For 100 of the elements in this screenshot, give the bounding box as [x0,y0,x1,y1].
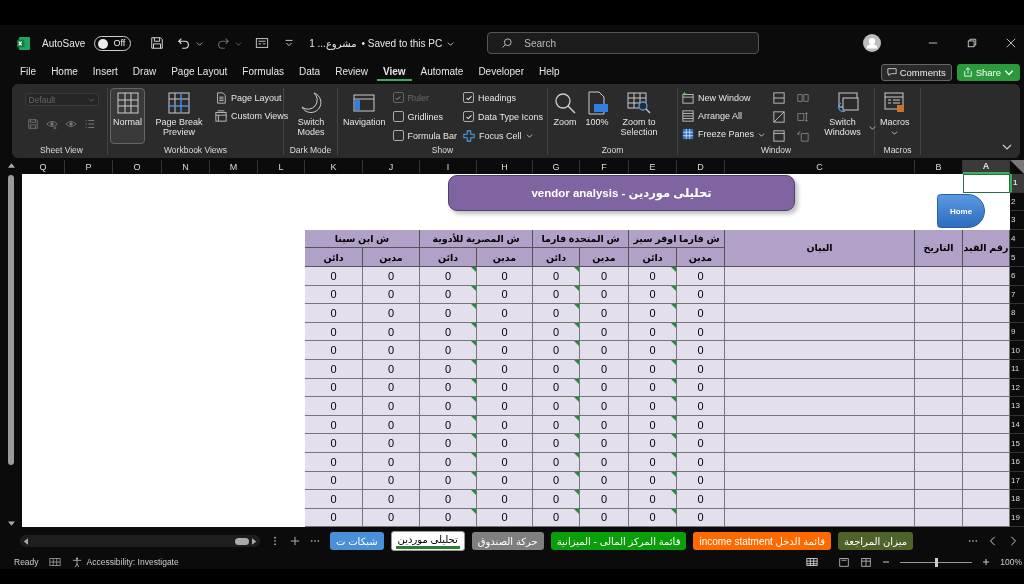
scroll-left-icon[interactable] [23,537,28,545]
synchronous-scrolling-icon[interactable] [797,111,810,123]
menu-tab[interactable]: Review [329,63,374,81]
zoom-to-selection-button[interactable]: Zoom to Selection [614,88,664,141]
checkbox[interactable] [392,111,404,122]
zoom-slider-thumb[interactable] [935,557,939,567]
horizontal-scrollbar[interactable] [20,535,260,547]
checkbox-option[interactable]: Gridlines [392,107,458,126]
column-header[interactable]: D [677,160,725,174]
view-button[interactable]: Normal [110,88,145,144]
column-header[interactable]: I [420,160,477,174]
list-icon[interactable] [84,118,96,130]
navigation-button[interactable]: Navigation [340,88,389,131]
save-icon[interactable] [150,36,165,50]
column-header[interactable]: Q [22,160,65,174]
column-header[interactable]: A [963,160,1010,174]
share-button[interactable]: Share [956,63,1020,81]
menu-tab[interactable]: File [14,63,43,81]
horizontal-scrollbar-thumb[interactable] [235,537,249,545]
row-header[interactable]: 10 [1010,341,1024,360]
column-header[interactable]: H [477,160,533,174]
selected-cell[interactable] [963,174,1010,193]
caret-icon[interactable] [196,39,204,47]
scroll-right-icon[interactable] [252,537,257,545]
unhide-window-icon[interactable] [773,130,786,142]
column-header[interactable]: F [580,160,629,174]
reset-position-icon[interactable] [797,130,810,142]
checkbox-option[interactable]: Headings [463,88,543,107]
chevron-right-icon[interactable] [1008,536,1018,546]
row-header[interactable]: 8 [1010,304,1024,323]
menu-tab[interactable]: Help [532,63,566,81]
comments-button[interactable]: Comments [880,63,952,81]
column-header[interactable]: C [725,160,915,174]
menu-tab[interactable]: Draw [126,63,163,81]
menu-tab[interactable]: View [376,63,412,81]
checkbox-option[interactable]: Formula Bar [392,126,458,145]
page-layout-button[interactable]: Page Layout [213,91,291,105]
menu-tab[interactable]: Formulas [236,63,291,81]
column-header[interactable]: E [629,160,677,174]
view-button[interactable]: Page Break Preview [147,88,211,141]
arrange-all-button[interactable]: Arrange All [680,109,768,123]
page-layout-view-icon[interactable] [838,557,851,567]
sheet-tab[interactable]: تحليلى موردين [390,531,465,551]
vertical-scrollbar-thumb[interactable] [8,175,14,465]
row-header[interactable]: 5 [1010,248,1024,267]
hide-window-icon[interactable] [773,111,786,123]
search-field[interactable]: Search [487,32,760,54]
select-all-corner[interactable] [1010,160,1024,174]
menu-tab[interactable]: Insert [86,63,124,81]
save-status[interactable]: • Saved to this PC [361,37,443,49]
menu-tab[interactable]: Home [45,63,84,81]
hidden-eye-icon[interactable] [46,118,58,130]
side-by-side-icon[interactable] [797,92,810,104]
row-header[interactable]: 15 [1010,434,1024,453]
column-header[interactable]: M [210,160,258,174]
zoom-100-button[interactable]: 100% [582,88,612,131]
account-avatar-icon[interactable] [863,34,881,52]
switch-windows-button[interactable]: Switch Windows [815,88,880,141]
split-icon[interactable] [773,92,786,104]
new-window-button[interactable]: New Window [680,91,768,105]
sheet-tab[interactable]: قائمة المركز المالى - الميزانية [550,532,687,550]
accessibility-status[interactable]: Accessibility: Investigate [70,557,179,567]
row-header[interactable]: 3 [1010,211,1024,230]
focus-cell-button[interactable]: Focus Cell [463,126,543,145]
add-sheet-icon[interactable] [290,536,300,546]
cell-mode-icon[interactable] [48,557,61,567]
restore-icon[interactable] [967,38,977,48]
home-button[interactable]: Home [937,194,985,229]
checkbox[interactable] [463,92,475,103]
row-header[interactable]: 13 [1010,397,1024,416]
checkbox-option[interactable]: Data Type Icons [463,107,543,126]
zoom-in-icon[interactable] [982,558,991,566]
menu-tab[interactable]: Developer [472,63,530,81]
collapse-ribbon-icon[interactable] [1002,142,1012,152]
column-header[interactable]: N [162,160,210,174]
page-break-view-icon[interactable] [860,557,873,567]
form-icon[interactable] [255,36,270,50]
menu-tab[interactable]: Data [293,63,327,81]
menu-tab[interactable]: Automate [414,63,470,81]
column-header[interactable]: P [65,160,113,174]
close-icon[interactable] [1006,38,1016,48]
column-header[interactable]: B [915,160,963,174]
file-name[interactable]: مشروع... 1 [309,37,357,49]
menu-tab[interactable]: Page Layout [165,63,234,81]
macros-button[interactable]: Macros [877,88,913,140]
zoom-button[interactable]: Zoom [550,88,580,131]
normal-view-icon[interactable] [806,557,819,567]
row-header[interactable]: 18 [1010,490,1024,509]
freeze-panes-button[interactable]: Freeze Panes [680,127,768,141]
chevron-left-icon[interactable] [988,536,998,546]
zoom-level[interactable]: 100% [1000,557,1024,567]
scroll-up-icon[interactable] [7,162,15,168]
row-header[interactable]: 1 [1010,174,1024,193]
custom-views-button[interactable]: Custom Views [213,109,291,123]
eye-icon[interactable] [65,118,77,130]
sheet-tab[interactable]: ميزان المراجعة [837,532,914,550]
column-header[interactable]: K [305,160,363,174]
checkbox[interactable] [463,111,475,122]
column-header[interactable]: O [113,160,162,174]
column-header[interactable]: J [363,160,420,174]
